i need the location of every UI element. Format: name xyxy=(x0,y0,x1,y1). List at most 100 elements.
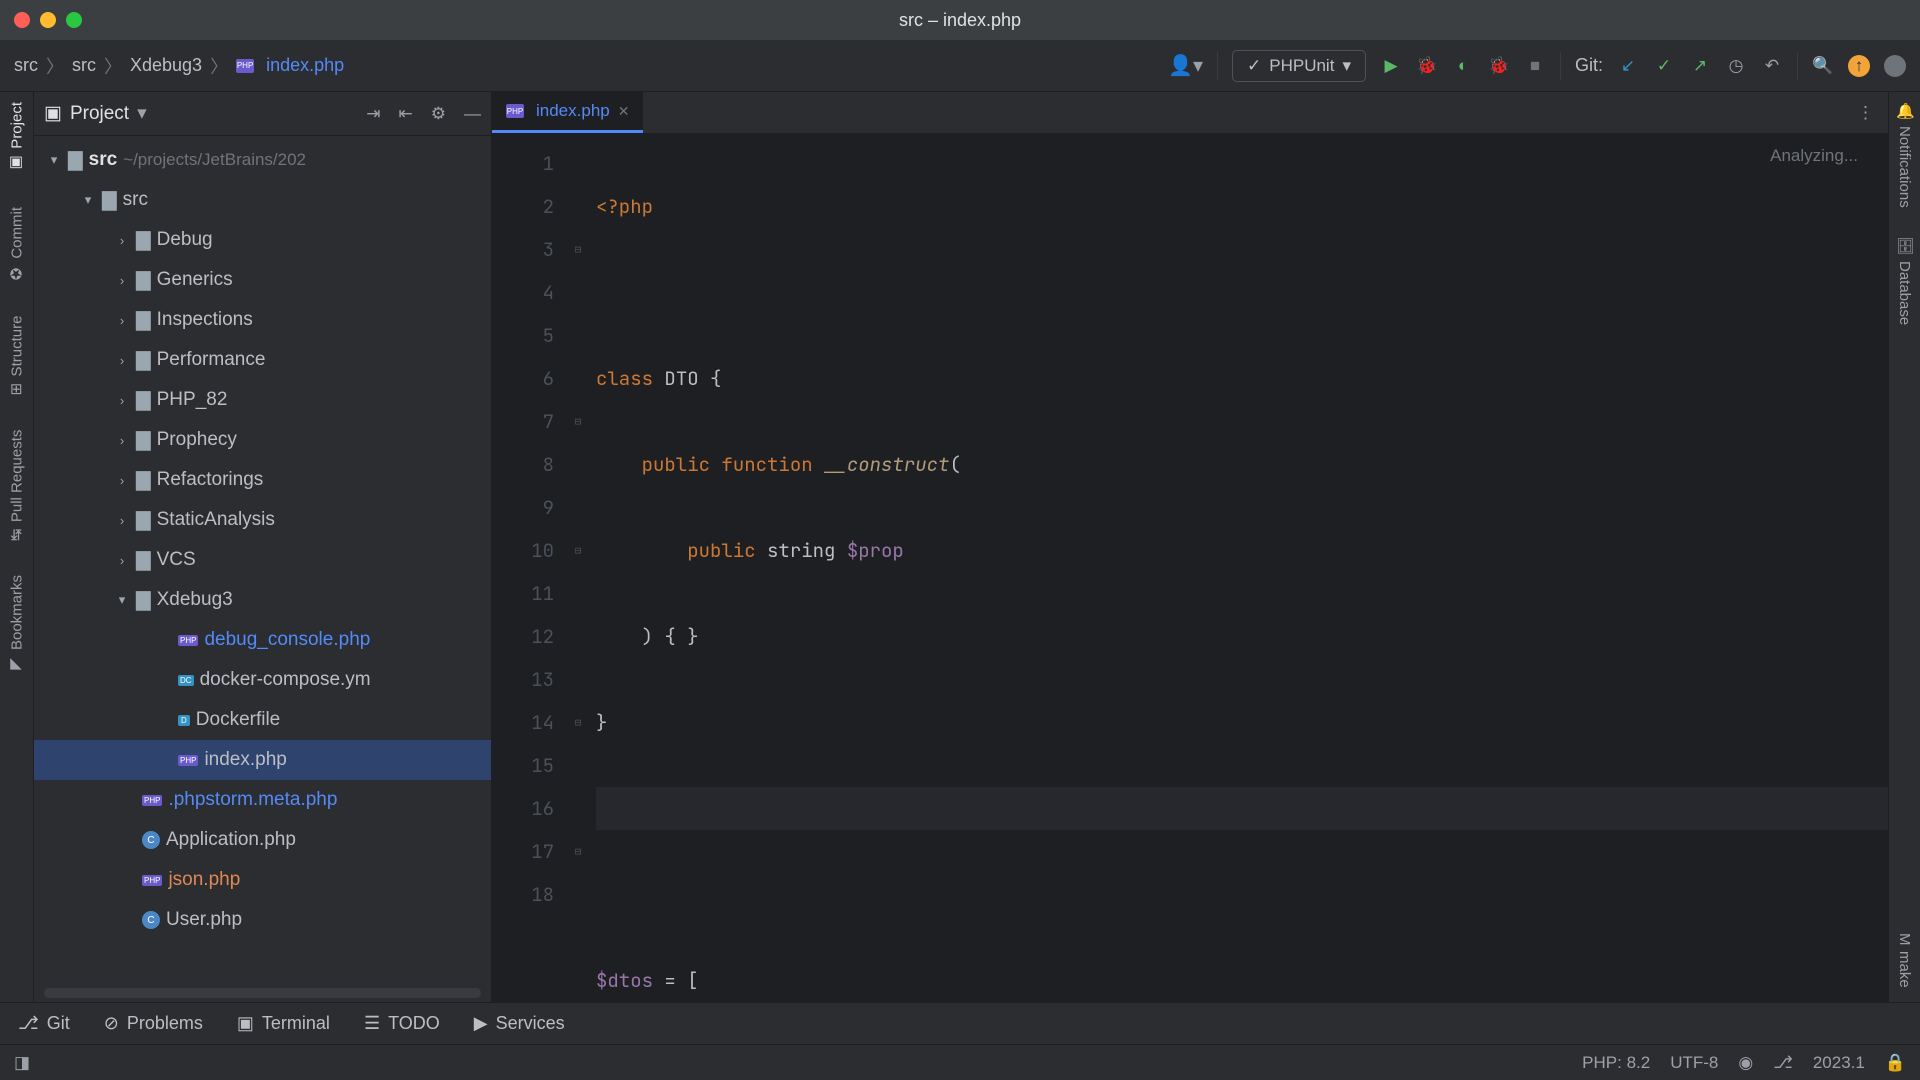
tree-folder[interactable]: ›▇Refactorings xyxy=(34,460,491,500)
breadcrumb-item[interactable]: src xyxy=(72,55,96,76)
git-commit-icon[interactable]: ✓ xyxy=(1653,55,1675,77)
tree-folder[interactable]: ›▇Performance xyxy=(34,340,491,380)
run-config-selector[interactable]: ✓ PHPUnit ▾ xyxy=(1232,50,1366,82)
tool-git-tab[interactable]: ⎇Git xyxy=(18,1013,70,1034)
tree-folder[interactable]: ›▇Prophecy xyxy=(34,420,491,460)
separator xyxy=(1797,52,1798,80)
tree-root[interactable]: ▾ ▇ src ~/projects/JetBrains/202 xyxy=(34,140,491,180)
status-php[interactable]: PHP: 8.2 xyxy=(1582,1053,1650,1073)
fold-icon[interactable]: ⊟ xyxy=(568,400,588,443)
tree-folder[interactable]: ›▇PHP_82 xyxy=(34,380,491,420)
tree-file[interactable]: PHP.phpstorm.meta.php xyxy=(34,780,491,820)
search-icon[interactable]: 🔍 xyxy=(1812,55,1834,77)
inspections-icon[interactable]: ◉ xyxy=(1738,1053,1753,1073)
chevron-right-icon[interactable]: › xyxy=(114,473,130,488)
tree-file-selected[interactable]: PHPindex.php xyxy=(34,740,491,780)
code-with-me-icon[interactable]: 👤▾ xyxy=(1168,53,1203,78)
tree-folder[interactable]: ›▇StaticAnalysis xyxy=(34,500,491,540)
fold-icon[interactable]: ⊟ xyxy=(568,701,588,744)
tree-file[interactable]: CApplication.php xyxy=(34,820,491,860)
tool-database-tab[interactable]: 🗄 Database xyxy=(1896,236,1914,325)
close-icon[interactable]: ✕ xyxy=(618,103,630,120)
tool-problems-tab[interactable]: ⊘Problems xyxy=(104,1013,203,1034)
tool-todo-tab[interactable]: ☰TODO xyxy=(364,1013,440,1034)
tree-folder[interactable]: ›▇VCS xyxy=(34,540,491,580)
breadcrumb-item-active[interactable]: index.php xyxy=(266,55,344,76)
tree-file[interactable]: CUser.php xyxy=(34,900,491,940)
tree-folder[interactable]: ›▇Generics xyxy=(34,260,491,300)
chevron-right-icon[interactable]: › xyxy=(114,233,130,248)
tool-services-tab[interactable]: ▶Services xyxy=(474,1013,565,1034)
select-opened-icon[interactable]: ⇥ xyxy=(366,104,380,124)
tool-commit-tab[interactable]: ✪ Commit xyxy=(8,203,26,287)
line-gutter[interactable]: 1 2 3 4 5 6 7 8 9 10 11 12 13 14 15 16 1 xyxy=(492,134,568,1002)
chevron-right-icon[interactable]: › xyxy=(114,553,130,568)
code-content[interactable]: <?php class DTO { public function __cons… xyxy=(588,134,1888,1002)
chevron-right-icon[interactable]: › xyxy=(114,393,130,408)
status-encoding[interactable]: UTF-8 xyxy=(1670,1053,1718,1073)
fold-icon[interactable]: ⊟ xyxy=(568,529,588,572)
editor-tab-active[interactable]: PHP index.php ✕ xyxy=(492,92,643,133)
tool-terminal-tab[interactable]: ▣Terminal xyxy=(237,1013,330,1034)
close-icon[interactable] xyxy=(14,12,30,28)
tree-folder[interactable]: ▾ ▇ src xyxy=(34,180,491,220)
breadcrumb-item[interactable]: src xyxy=(14,55,38,76)
chevron-right-icon[interactable]: › xyxy=(114,273,130,288)
git-push-icon[interactable]: ↗ xyxy=(1689,55,1711,77)
git-rollback-icon[interactable]: ↶ xyxy=(1761,55,1783,77)
tool-pull-requests-tab[interactable]: ↹ Pull Requests xyxy=(8,426,26,545)
minimize-icon[interactable] xyxy=(40,12,56,28)
tree-folder[interactable]: ▾▇Xdebug3 xyxy=(34,580,491,620)
tree-folder[interactable]: ›▇Debug xyxy=(34,220,491,260)
editor-body[interactable]: Analyzing... 1 2 3 4 5 6 7 8 9 10 11 12 … xyxy=(492,134,1888,1002)
chevron-right-icon[interactable]: › xyxy=(114,353,130,368)
docker-compose-icon: DC xyxy=(178,675,194,686)
expand-icon[interactable]: ⇤ xyxy=(399,104,413,124)
chevron-down-icon[interactable]: ▾ xyxy=(114,592,130,608)
tab-more-button[interactable]: ⋮ xyxy=(1843,92,1888,133)
quick-access-icon[interactable]: ◨ xyxy=(14,1053,30,1073)
coverage-button[interactable]: ◐ xyxy=(1452,55,1474,77)
git-pull-icon[interactable]: ↙ xyxy=(1617,55,1639,77)
run-button[interactable]: ▶ xyxy=(1380,55,1402,77)
tab-label: index.php xyxy=(536,101,610,121)
profile-button[interactable]: 🐞 xyxy=(1488,55,1510,77)
tree-label: src xyxy=(89,149,118,171)
tool-notifications-tab[interactable]: 🔔 Notifications xyxy=(1896,102,1914,208)
avatar-icon[interactable] xyxy=(1884,55,1906,77)
hide-icon[interactable]: — xyxy=(464,104,481,124)
tree-folder[interactable]: ›▇Inspections xyxy=(34,300,491,340)
tool-project-tab[interactable]: ▣ Project xyxy=(8,98,26,177)
chevron-right-icon[interactable]: › xyxy=(114,513,130,528)
analyzing-status: Analyzing... xyxy=(1770,146,1858,166)
project-panel-title[interactable]: Project xyxy=(70,103,129,125)
chevron-down-icon[interactable]: ▾ xyxy=(80,192,96,208)
chevron-down-icon[interactable]: ▾ xyxy=(46,152,62,168)
tree-file[interactable]: PHPdebug_console.php xyxy=(34,620,491,660)
chevron-right-icon: 〉 xyxy=(210,53,228,79)
horizontal-scrollbar[interactable] xyxy=(44,988,481,998)
status-version[interactable]: 2023.1 xyxy=(1813,1053,1865,1073)
tool-structure-tab[interactable]: ⊞ Structure xyxy=(8,312,26,399)
tree-file[interactable]: DDockerfile xyxy=(34,700,491,740)
tool-bookmarks-tab[interactable]: ◥ Bookmarks xyxy=(8,571,26,678)
fold-icon[interactable]: ⊟ xyxy=(568,228,588,271)
project-tree[interactable]: ▾ ▇ src ~/projects/JetBrains/202 ▾ ▇ src… xyxy=(34,136,491,984)
lock-icon[interactable]: 🔒 xyxy=(1885,1053,1906,1073)
tree-file[interactable]: DCdocker-compose.ym xyxy=(34,660,491,700)
breadcrumb-item[interactable]: Xdebug3 xyxy=(130,55,202,76)
update-icon[interactable]: ↑ xyxy=(1848,55,1870,77)
gear-icon[interactable]: ⚙ xyxy=(431,104,446,124)
tree-file[interactable]: PHPjson.php xyxy=(34,860,491,900)
chevron-right-icon[interactable]: › xyxy=(114,313,130,328)
chevron-down-icon[interactable]: ▾ xyxy=(137,102,147,125)
branch-icon[interactable]: ⎇ xyxy=(1773,1053,1793,1073)
fold-icon[interactable]: ⊟ xyxy=(568,830,588,873)
git-history-icon[interactable]: ◷ xyxy=(1725,55,1747,77)
chevron-right-icon[interactable]: › xyxy=(114,433,130,448)
fold-gutter[interactable]: ⊟ ⊟ ⊟ ⊟ ⊟ xyxy=(568,134,588,1002)
debug-button[interactable]: 🐞 xyxy=(1416,55,1438,77)
stop-button[interactable]: ■ xyxy=(1524,55,1546,77)
tool-make-tab[interactable]: M make xyxy=(1896,933,1913,988)
maximize-icon[interactable] xyxy=(66,12,82,28)
